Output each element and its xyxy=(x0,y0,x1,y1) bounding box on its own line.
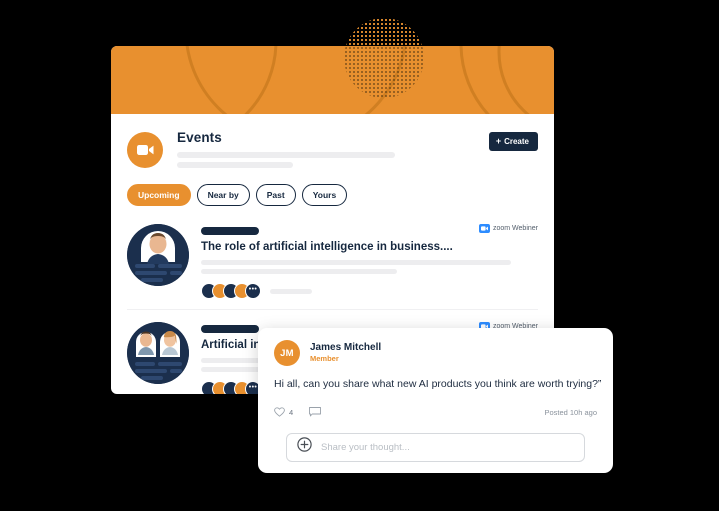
comment-body: Hi all, can you share what new AI produc… xyxy=(274,378,602,390)
avatar: JM xyxy=(274,340,300,366)
title-texts: Events xyxy=(177,130,489,168)
tab-past[interactable]: Past xyxy=(255,184,296,206)
tab-near-by[interactable]: Near by xyxy=(196,184,250,206)
share-thought-input[interactable]: Share your thought... xyxy=(286,432,585,462)
event-details: zoom Webiner The role of artificial inte… xyxy=(201,224,538,299)
placeholder-bar xyxy=(201,269,397,274)
share-input-placeholder: Share your thought... xyxy=(321,441,410,453)
title-row: Events + Create xyxy=(127,124,538,168)
create-button-label: Create xyxy=(504,137,529,146)
comment-card: JM James Mitchell Member Hi all, can you… xyxy=(258,328,613,473)
zoom-webinar-badge: zoom Webiner xyxy=(478,224,538,233)
video-camera-icon xyxy=(127,132,163,168)
event-filter-tabs: Upcoming Near by Past Yours xyxy=(127,184,538,206)
zoom-badge-label: zoom Webiner xyxy=(492,225,538,232)
posted-timestamp: Posted 10h ago xyxy=(544,408,597,418)
attendee-avatar-more[interactable]: ••• xyxy=(245,283,261,299)
author-name: James Mitchell xyxy=(310,341,382,353)
avatar xyxy=(127,322,189,384)
create-button[interactable]: + Create xyxy=(488,132,538,151)
card-header-banner xyxy=(111,46,554,114)
event-tag-placeholder xyxy=(201,227,259,235)
comment-author-row: JM James Mitchell Member xyxy=(274,340,597,366)
placeholder-bar xyxy=(270,288,312,294)
author-role-badge: Member xyxy=(310,354,339,364)
comment-meta-row: 4 Posted 10h ago xyxy=(274,404,597,422)
placeholder-bar xyxy=(201,260,511,265)
tab-upcoming[interactable]: Upcoming xyxy=(127,184,191,206)
like-button[interactable]: 4 xyxy=(274,404,293,422)
header-arc-decoration xyxy=(185,46,530,114)
composer-row: Share your thought... xyxy=(274,432,597,462)
plus-icon: + xyxy=(495,136,502,146)
zoom-icon xyxy=(478,224,490,233)
heart-icon xyxy=(274,404,285,422)
plus-circle-icon[interactable] xyxy=(297,437,312,457)
author-identity: James Mitchell Member xyxy=(310,342,381,364)
placeholder-bar xyxy=(177,152,395,158)
page-title: Events xyxy=(177,130,222,145)
avatar xyxy=(127,224,189,286)
comment-button[interactable] xyxy=(309,404,322,422)
tab-yours[interactable]: Yours xyxy=(301,184,348,206)
comment-icon xyxy=(309,404,322,422)
event-tag-placeholder xyxy=(201,325,259,333)
like-count: 4 xyxy=(289,408,294,418)
placeholder-bar xyxy=(177,162,293,168)
attendee-avatar-group[interactable]: ••• xyxy=(201,283,534,299)
event-list-item[interactable]: zoom Webiner The role of artificial inte… xyxy=(127,220,538,309)
event-title[interactable]: The role of artificial intelligence in b… xyxy=(201,241,534,253)
